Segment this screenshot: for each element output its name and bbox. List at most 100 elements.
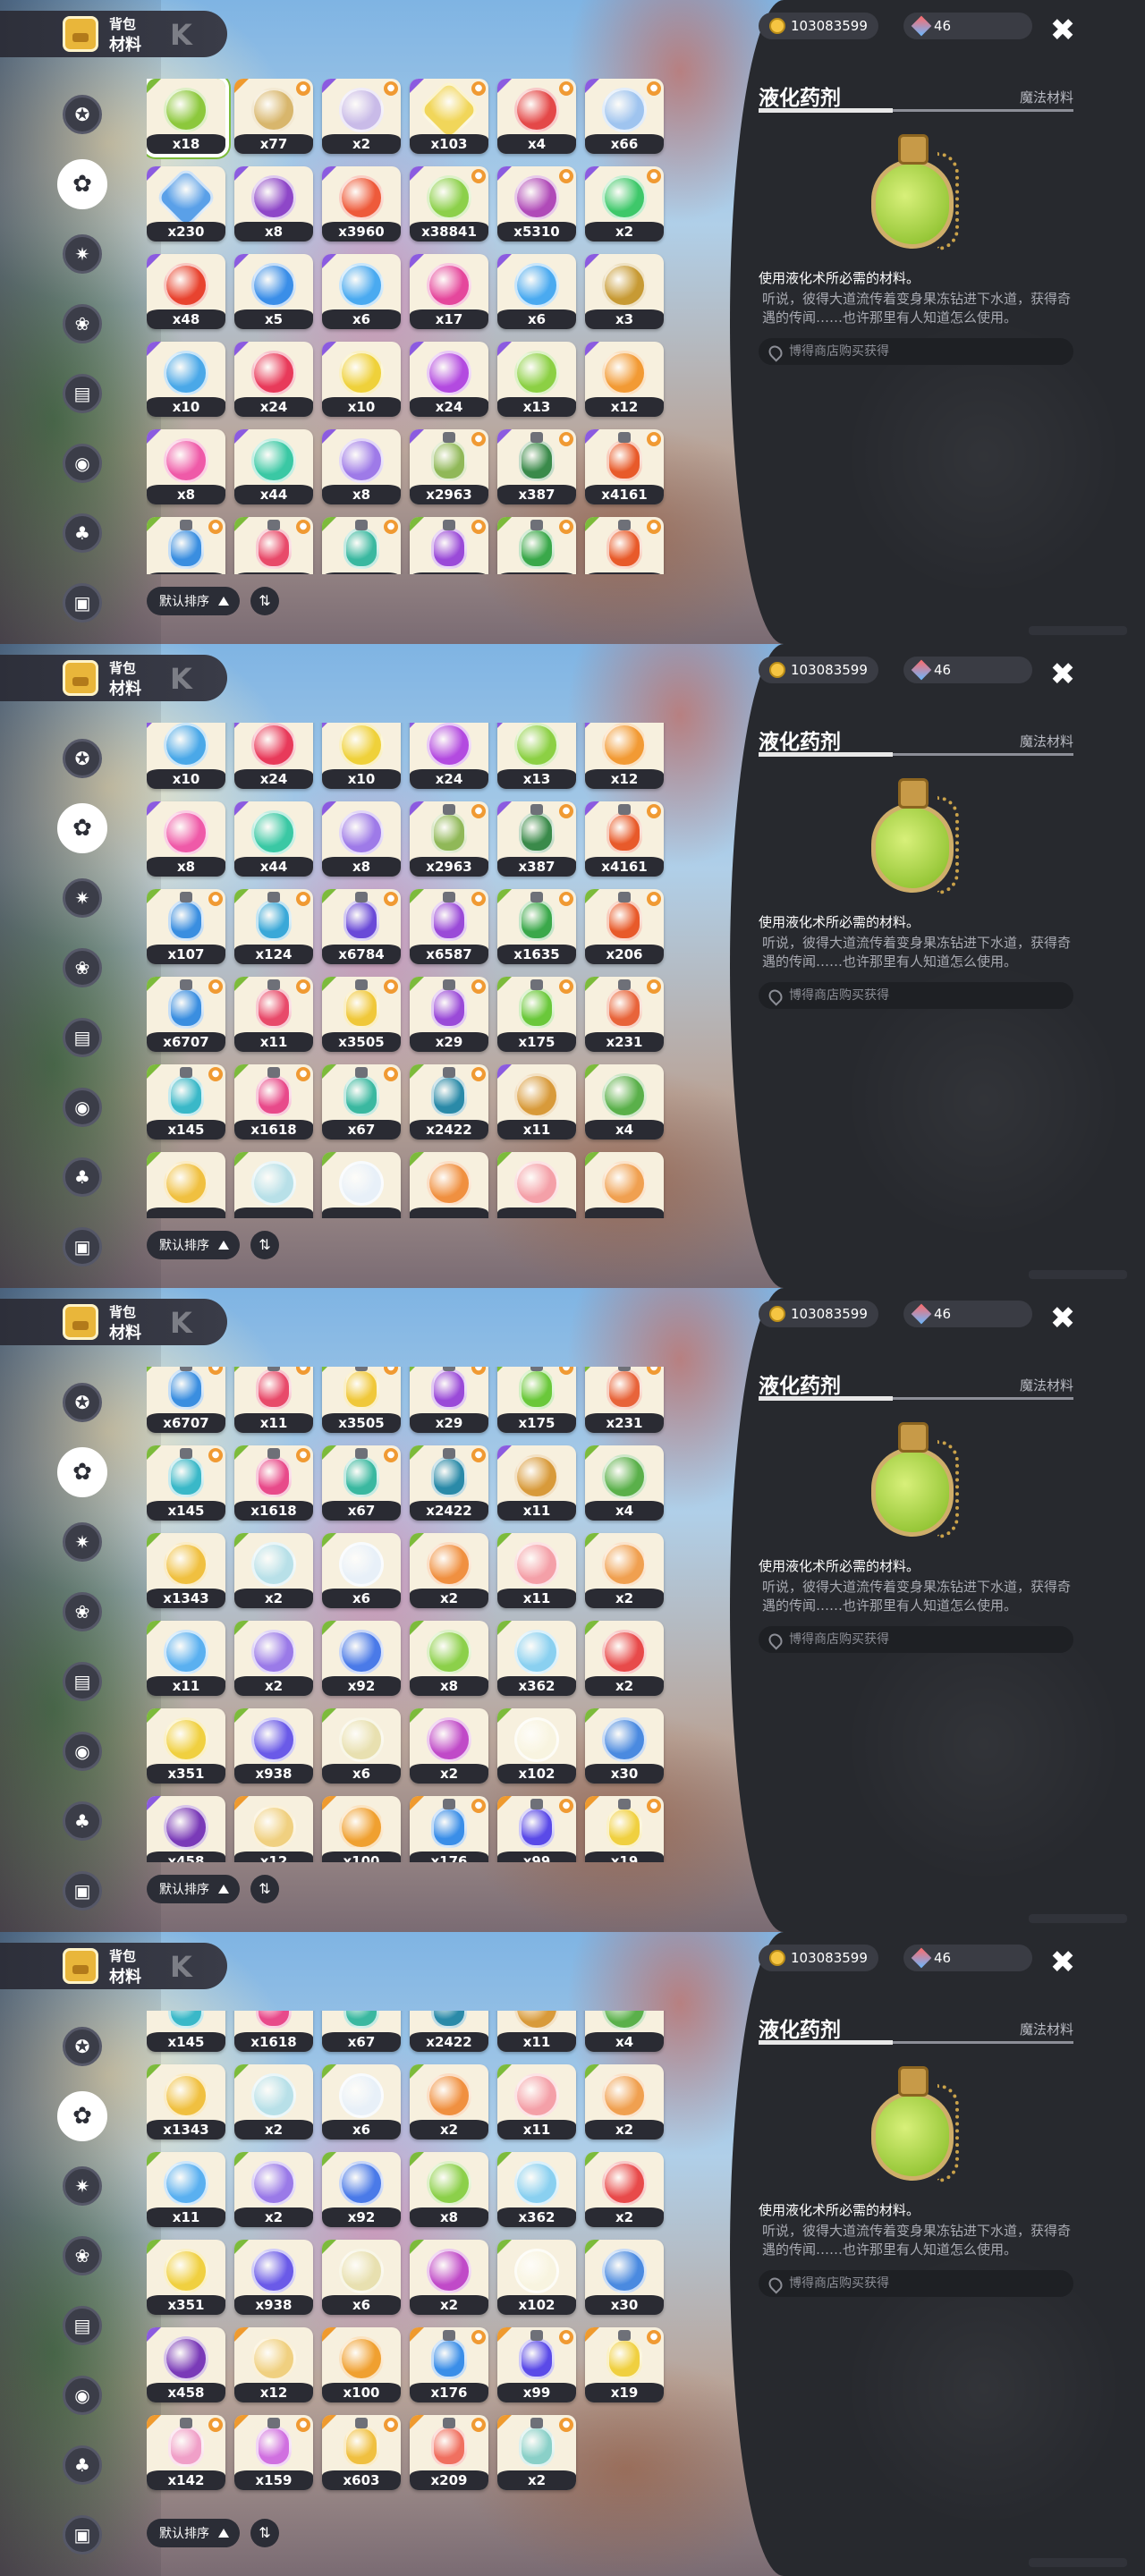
item-slot[interactable]: ● x6707 bbox=[147, 977, 225, 1052]
leaf-icon[interactable]: ✿ bbox=[57, 803, 107, 853]
item-slot[interactable] bbox=[585, 1152, 664, 1218]
sort-dropdown[interactable]: 默认排序 bbox=[147, 1875, 240, 1903]
item-slot[interactable]: ●x145 bbox=[147, 1064, 225, 1140]
item-slot[interactable] bbox=[234, 1152, 313, 1218]
close-icon[interactable]: ✖ bbox=[1045, 13, 1081, 48]
item-slot[interactable]: ● x209 bbox=[410, 2415, 488, 2490]
item-slot[interactable]: x351 bbox=[147, 2240, 225, 2315]
item-slot[interactable]: x92 bbox=[322, 2152, 401, 2227]
item-slot[interactable] bbox=[410, 1152, 488, 1218]
item-slot[interactable]: x2 bbox=[234, 2064, 313, 2140]
item-slot[interactable]: x3960 bbox=[322, 166, 401, 242]
item-slot[interactable]: ● bbox=[585, 517, 664, 574]
item-slot[interactable]: x48 bbox=[147, 254, 225, 329]
item-slot[interactable]: x8 bbox=[322, 429, 401, 504]
item-slot[interactable]: ● x1618 bbox=[234, 1064, 313, 1140]
item-slot[interactable]: x30 bbox=[585, 2240, 664, 2315]
item-slot[interactable]: x2 bbox=[585, 2064, 664, 2140]
item-slot[interactable]: x8 bbox=[147, 429, 225, 504]
gear-star-icon[interactable]: ✷ bbox=[63, 1522, 102, 1562]
acorn-icon[interactable]: ♣ bbox=[63, 1801, 102, 1841]
chest-icon[interactable]: ▣ bbox=[63, 1871, 102, 1911]
item-slot[interactable]: x11 bbox=[497, 1445, 576, 1521]
item-slot[interactable]: x1343 bbox=[147, 1533, 225, 1608]
ball-icon[interactable]: ◉ bbox=[63, 2376, 102, 2415]
item-slot[interactable]: ● x6784 bbox=[322, 889, 401, 964]
item-slot[interactable]: x6 bbox=[322, 2064, 401, 2140]
cart-icon[interactable]: ▤ bbox=[63, 1662, 102, 1701]
item-slot[interactable]: ● x603 bbox=[322, 2415, 401, 2490]
ball-icon[interactable]: ◉ bbox=[63, 444, 102, 483]
item-slot[interactable]: x938 bbox=[234, 2240, 313, 2315]
item-slot[interactable]: x4 bbox=[585, 2011, 664, 2052]
item-slot[interactable]: x24 bbox=[234, 723, 313, 789]
item-slot[interactable]: x3 bbox=[585, 254, 664, 329]
item-slot[interactable] bbox=[497, 1152, 576, 1218]
item-slot[interactable] bbox=[147, 1152, 225, 1218]
item-slot[interactable]: x6 bbox=[322, 1708, 401, 1784]
flower-icon[interactable]: ❀ bbox=[63, 1592, 102, 1631]
item-slot[interactable]: ● bbox=[322, 517, 401, 574]
close-icon[interactable]: ✖ bbox=[1045, 657, 1081, 692]
item-slot[interactable]: ● x1618 bbox=[234, 1445, 313, 1521]
item-slot[interactable]: x17 bbox=[410, 254, 488, 329]
close-icon[interactable]: ✖ bbox=[1045, 1301, 1081, 1336]
item-slot[interactable]: ● bbox=[497, 517, 576, 574]
item-slot[interactable]: ● x5310 bbox=[497, 166, 576, 242]
item-source[interactable]: 博得商店购买获得 bbox=[759, 982, 1073, 1009]
item-slot[interactable]: ● x2422 bbox=[410, 1445, 488, 1521]
star-icon[interactable]: ✪ bbox=[63, 95, 102, 134]
gear-star-icon[interactable]: ✷ bbox=[63, 2166, 102, 2206]
item-slot[interactable]: x8 bbox=[322, 801, 401, 877]
item-slot[interactable]: ● x231 bbox=[585, 1367, 664, 1433]
item-slot[interactable]: x2 bbox=[410, 1708, 488, 1784]
item-slot[interactable]: ● x29 bbox=[410, 1367, 488, 1433]
item-slot[interactable]: ●x67 bbox=[322, 2011, 401, 2052]
item-slot[interactable]: ● x4161 bbox=[585, 801, 664, 877]
item-slot[interactable]: x92 bbox=[322, 1621, 401, 1696]
item-slot[interactable]: x2 bbox=[410, 2240, 488, 2315]
item-slot[interactable]: x30 bbox=[585, 1708, 664, 1784]
item-slot[interactable]: ● x2 bbox=[497, 2415, 576, 2490]
acorn-icon[interactable]: ♣ bbox=[63, 513, 102, 553]
item-slot[interactable]: x102 bbox=[497, 2240, 576, 2315]
sort-order-icon[interactable]: ⇅ bbox=[250, 2519, 279, 2547]
item-slot[interactable]: ● x6587 bbox=[410, 889, 488, 964]
item-slot[interactable]: x2 bbox=[234, 1621, 313, 1696]
item-slot[interactable]: x2 bbox=[410, 2064, 488, 2140]
item-slot[interactable]: ● x103 bbox=[410, 79, 488, 154]
sort-dropdown[interactable]: 默认排序 bbox=[147, 587, 240, 615]
item-slot[interactable]: x458 bbox=[147, 1796, 225, 1862]
item-slot[interactable]: ● x4161 bbox=[585, 429, 664, 504]
item-slot[interactable]: ● x99 bbox=[497, 1796, 576, 1862]
item-slot[interactable]: ● x387 bbox=[497, 429, 576, 504]
item-slot[interactable]: x10 bbox=[147, 342, 225, 417]
item-slot[interactable]: x1343 bbox=[147, 2064, 225, 2140]
item-slot[interactable]: x351 bbox=[147, 1708, 225, 1784]
item-slot[interactable]: ● x1635 bbox=[497, 889, 576, 964]
item-slot[interactable]: x11 bbox=[147, 1621, 225, 1696]
item-slot[interactable]: ● x99 bbox=[497, 2327, 576, 2402]
item-slot[interactable]: x362 bbox=[497, 1621, 576, 1696]
cart-icon[interactable]: ▤ bbox=[63, 2306, 102, 2345]
item-slot[interactable]: x938 bbox=[234, 1708, 313, 1784]
sort-dropdown[interactable]: 默认排序 bbox=[147, 1231, 240, 1259]
item-slot[interactable]: ●x145 bbox=[147, 2011, 225, 2052]
item-slot[interactable]: ● x3505 bbox=[322, 1367, 401, 1433]
item-slot[interactable]: x11 bbox=[497, 2011, 576, 2052]
item-slot[interactable]: x6 bbox=[497, 254, 576, 329]
item-slot[interactable]: x13 bbox=[497, 342, 576, 417]
item-slot[interactable]: x10 bbox=[322, 723, 401, 789]
item-slot[interactable]: x12 bbox=[234, 2327, 313, 2402]
cart-icon[interactable]: ▤ bbox=[63, 1018, 102, 1057]
item-slot[interactable]: ● x159 bbox=[234, 2415, 313, 2490]
item-slot[interactable]: x8 bbox=[234, 166, 313, 242]
item-slot[interactable]: x18 bbox=[147, 79, 229, 157]
item-slot[interactable]: x2 bbox=[585, 1533, 664, 1608]
star-icon[interactable]: ✪ bbox=[63, 739, 102, 778]
flower-icon[interactable]: ❀ bbox=[63, 948, 102, 987]
item-slot[interactable]: x12 bbox=[585, 342, 664, 417]
sort-order-icon[interactable]: ⇅ bbox=[250, 1231, 279, 1259]
item-slot[interactable]: x11 bbox=[497, 2064, 576, 2140]
gear-star-icon[interactable]: ✷ bbox=[63, 234, 102, 274]
